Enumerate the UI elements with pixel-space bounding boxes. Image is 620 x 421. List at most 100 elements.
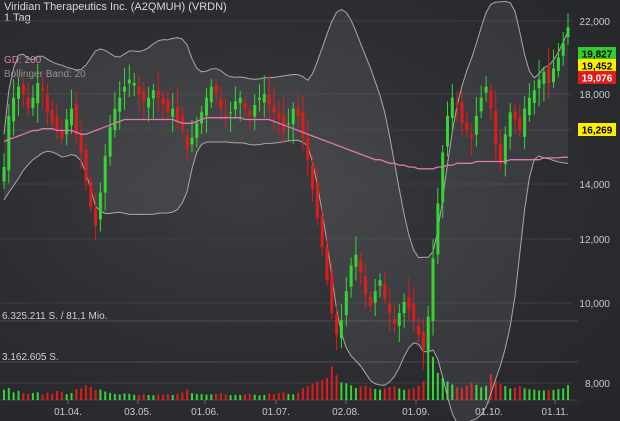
volume-bar [166, 394, 169, 400]
candle-body [552, 68, 555, 83]
volume-bar [12, 392, 15, 400]
candle-body [393, 319, 396, 324]
volume-bar [528, 389, 531, 400]
volume-bar [369, 387, 372, 400]
candle-body [253, 105, 257, 117]
candle-body [339, 320, 343, 339]
volume-bar [398, 388, 401, 400]
volume-bar [65, 394, 68, 400]
candle-body [532, 90, 536, 103]
candle-body [446, 115, 449, 147]
candle-body [566, 27, 570, 38]
candle-body [89, 182, 93, 208]
candle-body [147, 97, 151, 108]
volume-bar [301, 388, 304, 400]
candle-body [470, 135, 474, 138]
volume-bar [306, 386, 309, 400]
volume-bar [46, 392, 49, 400]
volume-bar [292, 394, 295, 400]
candle-body [219, 99, 223, 109]
volume-bar [22, 392, 25, 400]
volume-bar [379, 389, 381, 400]
volume-bar [99, 389, 102, 400]
candle-body [243, 103, 247, 109]
volume-bar [80, 388, 83, 400]
candle-body [103, 156, 107, 193]
candle-body [349, 265, 353, 287]
candle-body [166, 99, 170, 113]
volume-bar [205, 394, 208, 400]
bollinger-band [3, 0, 569, 421]
candle-body [479, 97, 483, 112]
candle-body [450, 97, 454, 119]
candle-body [176, 106, 179, 120]
candle-body [402, 302, 406, 314]
candle-body [224, 114, 228, 116]
candle-body [267, 94, 271, 105]
volume-bar [128, 393, 131, 400]
x-tick-label: 01.09. [402, 407, 430, 418]
candle-body [190, 137, 194, 145]
volume-bar [330, 366, 333, 400]
volume-bar [133, 394, 136, 400]
candle-body [335, 314, 339, 335]
candle-body [171, 108, 175, 117]
candle-body [359, 259, 363, 273]
candle-body [209, 86, 213, 103]
x-tick-label: 03.05. [124, 407, 152, 418]
candle-body [494, 110, 498, 146]
volume-bar [538, 390, 541, 400]
candle-body [542, 72, 546, 84]
volume-bar [417, 385, 420, 400]
volume-bar [258, 395, 261, 400]
price-tag-label: 19,076 [582, 74, 613, 85]
candle-body [378, 280, 382, 286]
candle-body [113, 108, 117, 131]
volume-bar [152, 395, 155, 400]
candle-body [185, 135, 189, 149]
volume-bar [547, 389, 550, 400]
volume-bar [89, 386, 92, 400]
volume-bar [253, 394, 256, 400]
candle-body [499, 143, 502, 164]
candle-body [368, 296, 372, 306]
candle-body [474, 115, 478, 135]
volume-bar [191, 393, 193, 400]
candle-body [21, 84, 25, 94]
candle-body [373, 291, 377, 303]
volume-bar [162, 394, 165, 400]
candle-body [523, 108, 527, 137]
y-tick-label: 12,000 [579, 235, 610, 246]
candle-body [277, 113, 281, 120]
volume-bar [118, 394, 121, 400]
volume-bar [239, 395, 242, 400]
volume-bar [567, 385, 569, 400]
candle-body [123, 86, 126, 92]
volume-bar [94, 390, 97, 400]
candle-body [272, 105, 276, 113]
candle-body [489, 90, 493, 109]
candle-body [383, 283, 387, 299]
candle-body [65, 119, 69, 135]
volume-bar [499, 384, 502, 400]
volume-bar [7, 388, 10, 400]
candle-body [282, 115, 286, 131]
volume-bar [75, 389, 78, 400]
candle-body [84, 150, 88, 182]
candle-body [344, 291, 348, 316]
candle-body [214, 85, 218, 94]
volume-mid-label: 3.162.605 S. [2, 352, 59, 363]
volume-bar [109, 392, 112, 400]
volume-bar [509, 388, 512, 400]
candle-body [132, 83, 136, 86]
candle-body [311, 165, 314, 189]
volume-bar [31, 393, 34, 400]
candle-body [296, 107, 300, 116]
candle-body [426, 316, 430, 353]
y-tick-label: 14,000 [579, 180, 610, 191]
price-tag-yellow: 19,452 [578, 59, 616, 73]
candle-body [330, 274, 334, 313]
candle-body [17, 86, 20, 99]
candle-body [325, 246, 329, 281]
volume-bar [17, 390, 20, 400]
